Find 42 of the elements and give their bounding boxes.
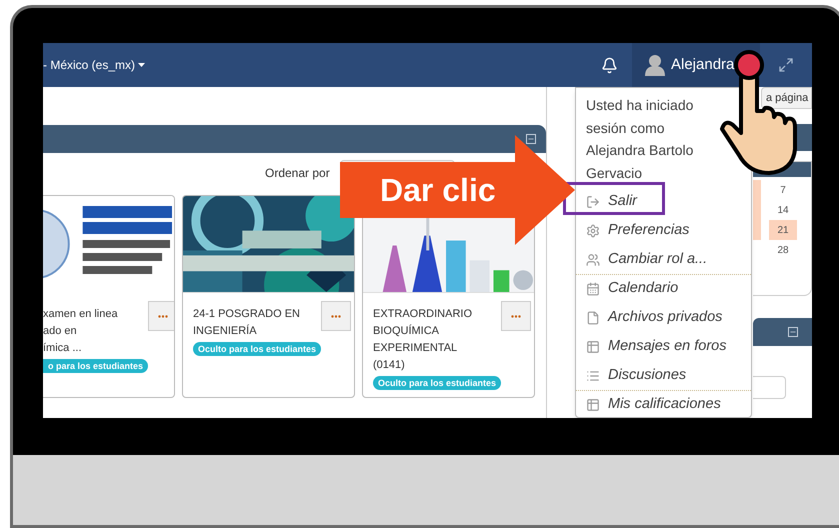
list-icon xyxy=(586,368,600,382)
menu-item[interactable]: Mensajes en foros xyxy=(576,332,751,361)
users-icon xyxy=(586,252,600,266)
calendar-day[interactable]: 21 xyxy=(769,220,797,240)
course-title[interactable]: xamen en linea ado en ímica ... xyxy=(43,306,118,357)
menu-item[interactable]: Cambiar rol a... xyxy=(576,245,751,274)
course-card[interactable]: 24-1 POSGRADO EN INGENIERÍA Oculto para los estudiantes xyxy=(182,195,355,398)
course-card[interactable]: xamen en linea ado en ímica ... o para los estudiantes xyxy=(43,195,175,398)
calendar-icon xyxy=(586,282,600,296)
collapse-icon[interactable] xyxy=(526,134,536,144)
logout-icon xyxy=(586,194,600,208)
more-icon xyxy=(331,314,342,318)
menu-item[interactable]: Archivos privados xyxy=(576,303,751,332)
menu-item[interactable]: Salir xyxy=(576,187,751,216)
menu-item[interactable]: Mis calificaciones xyxy=(576,390,751,418)
sort-label: Ordenar por xyxy=(265,164,330,182)
menu-item[interactable]: Calendario xyxy=(576,274,751,303)
session-info: Usted ha iniciado sesión como Alejandra Bartolo Gervacio xyxy=(585,96,694,182)
user-avatar-icon xyxy=(644,54,666,76)
hidden-badge: Oculto para los estudiantes xyxy=(193,342,322,356)
course-title[interactable]: EXTRAORDINARIO BIOQUÍMICA EXPERIMENTAL (0141) xyxy=(373,306,472,374)
more-icon xyxy=(511,314,522,318)
menu-item[interactable]: Discusiones xyxy=(576,361,751,390)
search-field[interactable] xyxy=(753,376,786,399)
gear-icon xyxy=(586,224,600,238)
course-title[interactable]: 24-1 POSGRADO EN INGENIERÍA xyxy=(193,306,300,340)
hidden-badge: o para los estudiantes xyxy=(43,359,148,373)
notification-bell-icon[interactable] xyxy=(601,56,618,74)
more-icon xyxy=(158,314,168,318)
calendar-day[interactable]: 14 xyxy=(769,200,797,220)
page-button[interactable]: a página xyxy=(761,87,812,109)
menu-item[interactable]: Preferencias xyxy=(576,216,751,245)
language-menu[interactable]: - México (es_mx) xyxy=(43,56,136,74)
hidden-badge: Oculto para los estudiantes xyxy=(373,376,502,390)
calendar-day[interactable]: 28 xyxy=(769,240,797,260)
calendar-day[interactable]: 7 xyxy=(769,180,797,200)
table-icon xyxy=(586,398,600,412)
file-icon xyxy=(586,310,600,324)
caret-icon xyxy=(138,63,146,67)
fullscreen-icon[interactable] xyxy=(778,57,794,73)
collapse-icon[interactable] xyxy=(788,327,798,337)
table-icon xyxy=(586,340,600,354)
